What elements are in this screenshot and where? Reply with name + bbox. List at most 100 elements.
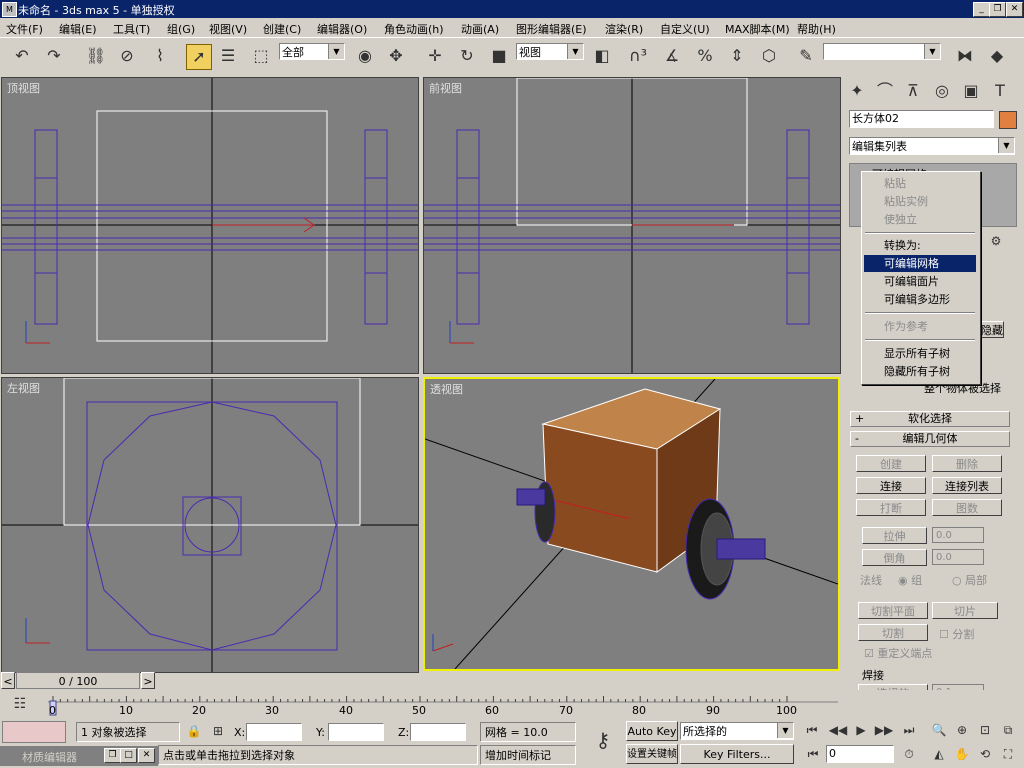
- menu-help[interactable]: 帮助(H): [797, 21, 836, 37]
- viewport-label[interactable]: 前视图: [429, 80, 462, 96]
- bind-spacewarp-icon[interactable]: ⌇: [148, 44, 172, 68]
- edit-geometry-rollout[interactable]: - 编辑几何体: [850, 431, 1010, 447]
- menu-item-show-all-subtree[interactable]: 显示所有子树: [864, 345, 976, 362]
- menu-item-editable-poly[interactable]: 可编辑多边形: [864, 291, 976, 308]
- z-coord-field[interactable]: [410, 723, 466, 741]
- use-center-icon[interactable]: ◧: [590, 44, 614, 68]
- selection-filter-dropdown[interactable]: 全部 ▼: [279, 43, 345, 60]
- viewport-label[interactable]: 顶视图: [7, 80, 40, 96]
- menu-item-editable-mesh[interactable]: 可编辑网格: [864, 255, 976, 272]
- key-mode-toggle-icon[interactable]: ⏮: [803, 744, 823, 764]
- menu-rendering[interactable]: 渲染(R): [605, 21, 643, 37]
- menu-item-paste[interactable]: 粘贴: [864, 175, 976, 192]
- current-frame-field[interactable]: 0: [826, 745, 894, 763]
- zoom-extents-all-icon[interactable]: ⧉: [998, 720, 1018, 740]
- rect-region-icon[interactable]: ⬚: [249, 44, 273, 68]
- viewport-front[interactable]: 前视图: [423, 77, 841, 374]
- menu-customize[interactable]: 自定义(U): [660, 21, 710, 37]
- extrude-button[interactable]: 拉伸: [862, 527, 927, 544]
- object-name-field[interactable]: 长方体02: [849, 110, 994, 128]
- select-icon[interactable]: ➚: [186, 44, 212, 70]
- zoom-extents-icon[interactable]: ⊡: [975, 720, 995, 740]
- chamfer-spinner[interactable]: 0.0: [932, 549, 984, 565]
- select-by-name-icon[interactable]: ☰: [216, 44, 240, 68]
- select-scale-icon[interactable]: ■: [487, 44, 511, 68]
- x-coord-field[interactable]: [246, 723, 302, 741]
- menu-file[interactable]: 文件(F): [6, 21, 43, 37]
- menu-item-paste-instance[interactable]: 粘贴实例: [864, 193, 976, 210]
- crossing-icon[interactable]: ◉: [353, 44, 377, 68]
- y-coord-field[interactable]: [328, 723, 384, 741]
- mini-curve-editor-icon[interactable]: ☷: [8, 692, 32, 716]
- viewport-label[interactable]: 左视图: [7, 380, 40, 396]
- menu-create[interactable]: 创建(C): [263, 21, 301, 37]
- menu-maxscript[interactable]: MAX脚本(M): [725, 21, 790, 37]
- next-key-icon[interactable]: ▶▶: [874, 720, 894, 740]
- lock-icon[interactable]: 🔒: [184, 721, 204, 741]
- viewport-left[interactable]: 左视图: [1, 377, 419, 673]
- key-mode-dropdown[interactable]: 所选择的 ▼: [680, 722, 794, 740]
- spinner-snap-icon[interactable]: ⇕: [725, 44, 749, 68]
- attach-list-button[interactable]: 连接列表: [932, 477, 1002, 494]
- set-key-button[interactable]: 设置关键帧: [626, 744, 678, 764]
- motion-tab-icon[interactable]: ◎: [930, 79, 954, 103]
- object-color-swatch[interactable]: [999, 111, 1017, 129]
- menu-edit[interactable]: 编辑(E): [59, 21, 97, 37]
- soft-selection-rollout[interactable]: + 软化选择: [850, 411, 1010, 427]
- extrude-spinner[interactable]: 0.0: [932, 527, 984, 543]
- select-rotate-icon[interactable]: ↻: [455, 44, 479, 68]
- viewport-perspective[interactable]: 透视图: [423, 377, 840, 671]
- field-of-view-icon[interactable]: ◭: [929, 744, 949, 764]
- split-checkbox[interactable]: ☐ 分割: [939, 626, 974, 642]
- utilities-tab-icon[interactable]: T: [988, 79, 1012, 103]
- close-icon[interactable]: ✕: [138, 748, 155, 763]
- menu-item-make-reference[interactable]: 作为参考: [864, 318, 976, 335]
- arc-rotate-icon[interactable]: ⟲: [975, 744, 995, 764]
- ref-coord-dropdown[interactable]: 视图 ▼: [516, 43, 584, 60]
- redo-icon[interactable]: ↷: [42, 44, 66, 68]
- menu-item-make-unique[interactable]: 使独立: [864, 211, 976, 228]
- restore-icon[interactable]: ❐: [989, 2, 1006, 17]
- auto-key-button[interactable]: Auto Key: [626, 721, 678, 741]
- link-icon[interactable]: ⛓: [84, 44, 108, 68]
- refine-ends-checkbox[interactable]: ☑ 重定义端点: [864, 645, 932, 661]
- max-logo-icon[interactable]: M: [2, 2, 17, 17]
- menu-group[interactable]: 组(G): [167, 21, 195, 37]
- key-filters-button[interactable]: Key Filters...: [680, 744, 794, 764]
- named-sets-icon[interactable]: ⬡: [757, 44, 781, 68]
- menu-modifiers[interactable]: 编辑器(O): [317, 21, 367, 37]
- time-config-icon[interactable]: ⏱: [899, 744, 919, 764]
- edit-named-sets-icon[interactable]: ✎: [794, 44, 818, 68]
- maximize-viewport-icon[interactable]: ⛶: [998, 744, 1018, 764]
- hide-button[interactable]: 隐藏: [980, 321, 1004, 338]
- group-radio[interactable]: ◉ 组: [898, 572, 922, 588]
- menu-views[interactable]: 视图(V): [209, 21, 247, 37]
- percent-snap-icon[interactable]: %: [693, 44, 717, 68]
- attach-button[interactable]: 连接: [856, 477, 926, 494]
- modify-tab-icon[interactable]: ⌒: [873, 79, 897, 103]
- break-button[interactable]: 图数: [932, 499, 1002, 516]
- create-button[interactable]: 创建: [856, 455, 926, 472]
- restore-icon[interactable]: ❐: [104, 748, 121, 763]
- display-tab-icon[interactable]: ▣: [959, 79, 983, 103]
- snap-icon[interactable]: ∩³: [626, 44, 650, 68]
- align-icon[interactable]: ◆: [985, 44, 1009, 68]
- angle-snap-icon[interactable]: ∡: [660, 44, 684, 68]
- maxscript-listener[interactable]: [2, 721, 66, 743]
- menu-tools[interactable]: 工具(T): [113, 21, 150, 37]
- goto-start-icon[interactable]: ⏮: [802, 720, 822, 740]
- mirror-icon[interactable]: ⧓: [953, 44, 977, 68]
- pan-icon[interactable]: ✋: [952, 744, 972, 764]
- cut-button[interactable]: 切割: [858, 624, 928, 641]
- viewport-label[interactable]: 透视图: [430, 381, 463, 397]
- add-time-tag-button[interactable]: 增加时间标记: [480, 745, 576, 765]
- local-radio[interactable]: ○ 局部: [952, 572, 987, 588]
- hierarchy-tab-icon[interactable]: ⊼: [901, 79, 925, 103]
- configure-sets-icon[interactable]: ⚙: [984, 229, 1008, 253]
- menu-item-hide-all-subtree[interactable]: 隐藏所有子树: [864, 363, 976, 380]
- absolute-mode-icon[interactable]: ⊞: [208, 721, 228, 741]
- minimize-icon[interactable]: _: [973, 2, 990, 17]
- material-editor-taskbar[interactable]: 材质编辑器 ❐ □ ✕: [0, 746, 158, 766]
- menu-graph-editors[interactable]: 图形编辑器(E): [516, 21, 587, 37]
- undo-icon[interactable]: ↶: [10, 44, 34, 68]
